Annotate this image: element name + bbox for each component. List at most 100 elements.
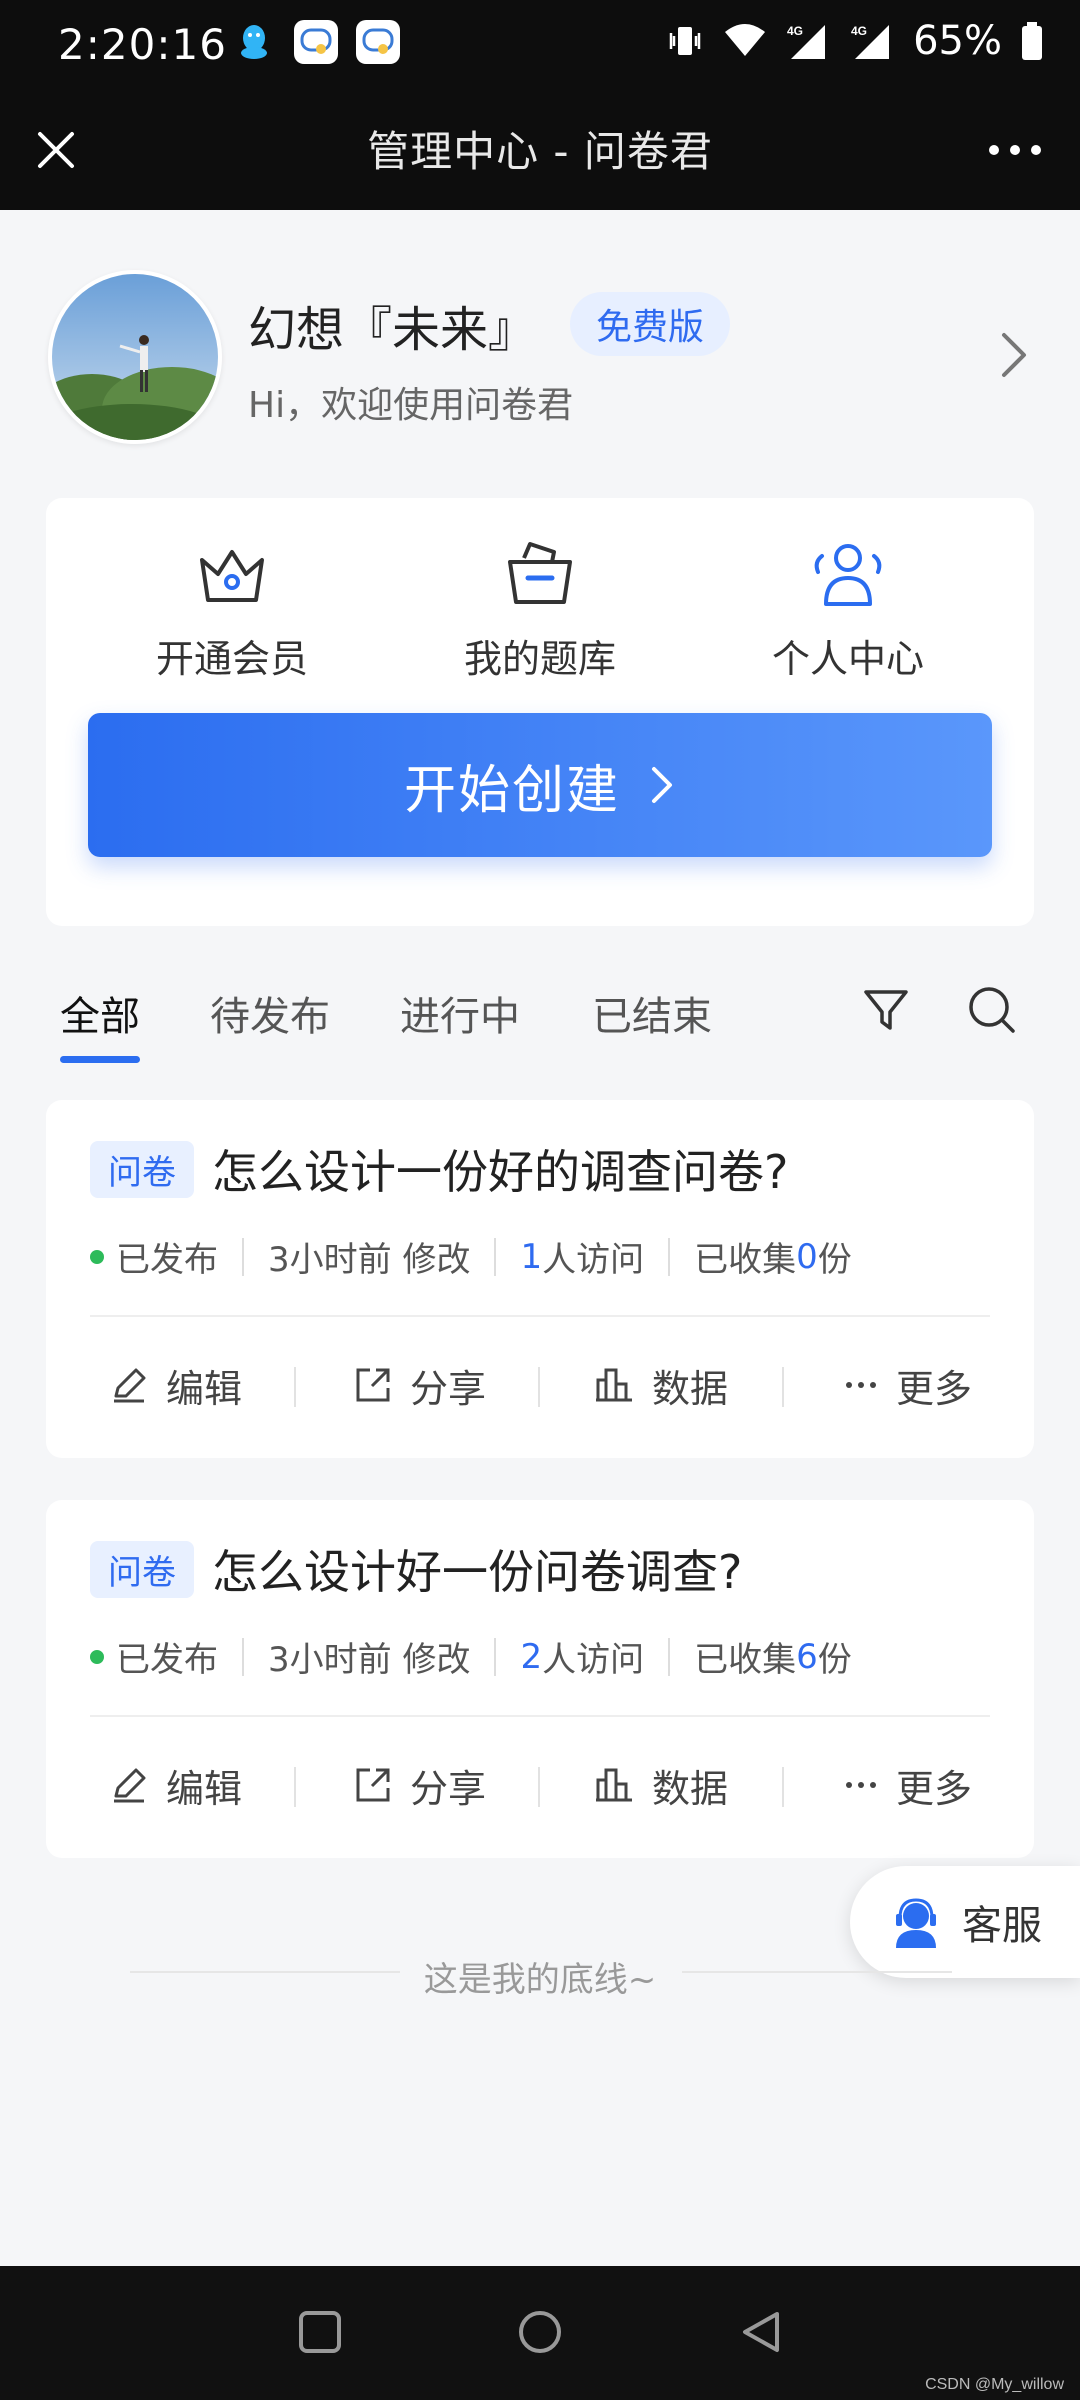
survey-meta: 已发布 3小时前 修改 2 人访问 已收集 6 份 — [90, 1632, 852, 1681]
survey-meta: 已发布 3小时前 修改 1 人访问 已收集 0 份 — [90, 1232, 852, 1281]
recents-button[interactable] — [290, 2302, 350, 2362]
status-bar: 2:20:16 4G 4G 65% — [0, 0, 1080, 92]
share-icon — [356, 1368, 390, 1402]
start-create-button[interactable]: 开始创建 — [88, 713, 992, 857]
visit-count: 1 — [520, 1236, 543, 1277]
signal-4g-icon: 4G — [851, 24, 890, 59]
data-button[interactable]: 数据 — [594, 1350, 728, 1420]
survey-card[interactable]: 问卷 怎么设计一份好的调查问卷? 已发布 3小时前 修改 1 人访问 已收集 0 份 … — [46, 1100, 1034, 1458]
edit-button[interactable]: 编辑 — [110, 1350, 242, 1420]
tab-pending[interactable]: 待发布 — [210, 984, 330, 1042]
quick-action-question-bank[interactable]: 我的题库 — [410, 538, 670, 683]
back-button[interactable] — [730, 2302, 790, 2362]
avatar[interactable] — [48, 270, 222, 444]
signal-4g-icon: 4G — [787, 24, 826, 59]
survey-title[interactable]: 怎么设计一份好的调查问卷? — [212, 1136, 788, 1202]
share-icon — [356, 1768, 390, 1802]
visit-suffix: 人访问 — [542, 1240, 645, 1280]
survey-card[interactable]: 问卷 怎么设计好一份问卷调查? 已发布 3小时前 修改 2 人访问 已收集 6 份 编… — [46, 1500, 1034, 1858]
quick-action-personal-center[interactable]: 个人中心 — [718, 538, 978, 683]
survey-modified: 3小时前 修改 — [268, 1240, 471, 1280]
published-dot-icon — [90, 1649, 104, 1664]
share-button[interactable]: 分享 — [354, 1350, 486, 1420]
edit-icon — [114, 1368, 146, 1403]
ellipsis-icon — [846, 1782, 876, 1788]
share-label: 分享 — [410, 1366, 487, 1411]
more-menu-button[interactable] — [980, 122, 1050, 178]
headset-agent-icon — [896, 1898, 936, 1948]
collected-count: 0 — [796, 1236, 818, 1277]
more-label: 更多 — [896, 1766, 973, 1811]
page-title: 管理中心 - 问卷君 — [367, 127, 713, 176]
meta-divider — [242, 1237, 244, 1276]
edit-button[interactable]: 编辑 — [110, 1750, 242, 1820]
filter-icon — [864, 990, 908, 1030]
survey-type-tag: 问卷 — [90, 1140, 194, 1198]
tab-ended[interactable]: 已结束 — [592, 984, 712, 1042]
survey-actions: 编辑 分享 数据 更多 — [46, 1750, 1034, 1820]
more-button[interactable]: 更多 — [844, 1750, 972, 1820]
end-of-list: 这是我的底线~ — [0, 1944, 1080, 2004]
quick-action-label: 我的题库 — [463, 637, 616, 681]
tab-in-progress[interactable]: 进行中 — [400, 984, 520, 1042]
collected-suffix: 份 — [817, 1640, 852, 1680]
vibrate-icon — [669, 27, 701, 55]
customer-service-label: 客服 — [962, 1903, 1042, 1949]
collected-prefix: 已收集 — [694, 1640, 797, 1680]
share-button[interactable]: 分享 — [354, 1750, 486, 1820]
action-divider — [538, 1367, 540, 1407]
qq-icon — [232, 20, 276, 64]
data-label: 数据 — [652, 1366, 729, 1411]
system-navigation-bar: CSDN @My_willow — [0, 2266, 1080, 2400]
action-divider — [782, 1367, 784, 1407]
status-tabs: 全部 待发布 进行中 已结束 — [0, 960, 1080, 1070]
meta-divider — [668, 1237, 671, 1276]
tab-all[interactable]: 全部 — [60, 984, 140, 1042]
data-label: 数据 — [652, 1766, 729, 1811]
more-dots-icon — [989, 145, 1041, 155]
status-time: 2:20:16 — [58, 20, 227, 69]
meta-divider — [242, 1637, 244, 1676]
chevron-right-icon[interactable] — [992, 325, 1036, 385]
action-divider — [538, 1767, 540, 1807]
meta-divider — [668, 1637, 671, 1676]
survey-header: 问卷 怎么设计一份好的调查问卷? — [90, 1136, 788, 1202]
square-recents-icon — [299, 2311, 341, 2353]
survey-title[interactable]: 怎么设计好一份问卷调查? — [212, 1536, 742, 1602]
quick-action-label: 开通会员 — [155, 637, 308, 681]
user-group-icon — [814, 544, 882, 606]
visit-suffix: 人访问 — [542, 1640, 645, 1680]
survey-status: 已发布 — [116, 1240, 218, 1280]
meta-divider — [494, 1637, 497, 1676]
quick-actions-card: 开通会员 我的题库 个人中心 开始创建 — [46, 498, 1034, 926]
status-indicators: 4G 4G 65% — [665, 18, 1044, 64]
svg-text:4G: 4G — [787, 24, 803, 38]
edit-label: 编辑 — [166, 1366, 243, 1411]
survey-status: 已发布 — [116, 1640, 218, 1680]
plan-badge: 免费版 — [570, 292, 731, 356]
user-name: 幻想『未来』 — [248, 302, 537, 358]
battery-percent: 65% — [913, 18, 1002, 64]
basket-icon — [508, 542, 572, 604]
battery-icon — [1022, 22, 1042, 60]
filter-button[interactable] — [856, 980, 916, 1040]
home-button[interactable] — [510, 2302, 570, 2362]
more-button[interactable]: 更多 — [844, 1350, 972, 1420]
svg-text:4G: 4G — [851, 24, 867, 38]
data-button[interactable]: 数据 — [594, 1750, 728, 1820]
search-button[interactable] — [962, 980, 1022, 1040]
visit-count: 2 — [520, 1636, 543, 1677]
meta-divider — [494, 1237, 497, 1276]
collected-count: 6 — [796, 1636, 818, 1677]
active-tab-indicator — [60, 1056, 140, 1063]
more-label: 更多 — [896, 1366, 973, 1411]
quick-action-membership[interactable]: 开通会员 — [102, 538, 362, 683]
survey-actions: 编辑 分享 数据 更多 — [46, 1350, 1034, 1420]
survey-modified: 3小时前 修改 — [268, 1640, 471, 1680]
collected-suffix: 份 — [817, 1240, 852, 1280]
profile-section[interactable]: 幻想『未来』 免费版 Hi，欢迎使用问卷君 — [0, 210, 1080, 490]
app-header: 管理中心 - 问卷君 — [0, 92, 1080, 210]
search-icon — [969, 987, 1015, 1033]
watermark: CSDN @My_willow — [925, 2376, 1064, 2393]
quick-action-label: 个人中心 — [771, 637, 924, 681]
